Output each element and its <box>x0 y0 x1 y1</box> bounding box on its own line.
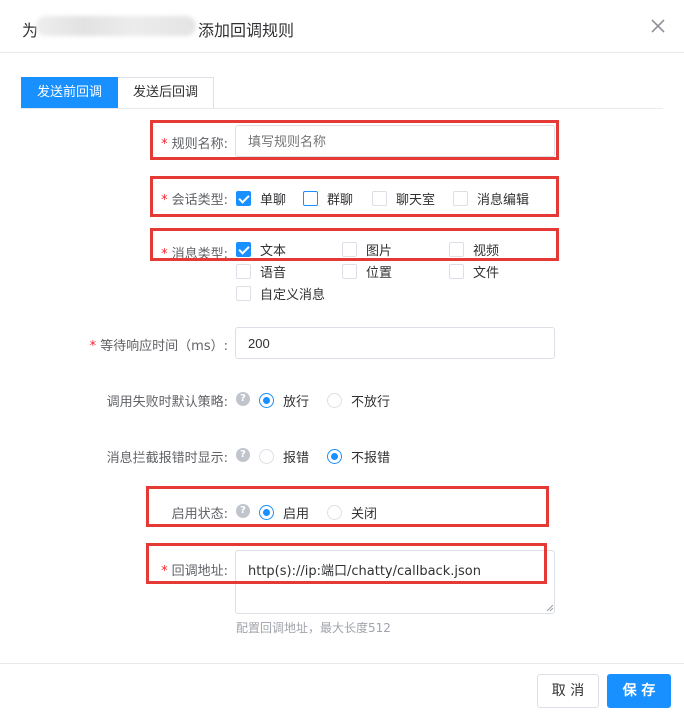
radio-block[interactable]: 不放行 <box>327 391 390 410</box>
callback-url-hint: 配置回调地址，最大长度512 <box>236 621 391 635</box>
checkbox-custom-message[interactable]: 自定义消息 <box>236 284 325 303</box>
redacted-app-name <box>36 16 196 36</box>
checkbox-single-chat[interactable]: 单聊 <box>236 189 286 208</box>
dialog-title: 添加回调规则 <box>198 21 295 40</box>
rule-name-input[interactable] <box>235 125 555 157</box>
save-button[interactable]: 保 存 <box>607 674 671 708</box>
dialog-header: 为 添加回调规则 <box>0 0 684 53</box>
callback-tabs: 发送前回调 发送后回调 <box>21 77 215 109</box>
cancel-button[interactable]: 取 消 <box>537 674 599 708</box>
tabs-divider <box>21 108 663 109</box>
checkbox-video[interactable]: 视频 <box>449 240 499 259</box>
message-type-label: * 消息类型: <box>161 247 228 262</box>
help-icon[interactable]: ? <box>236 392 250 406</box>
checkbox-chatroom[interactable]: 聊天室 <box>372 189 435 208</box>
help-icon[interactable]: ? <box>236 448 250 462</box>
checkbox-group-chat[interactable]: 群聊 <box>303 189 353 208</box>
radio-disabled[interactable]: 关闭 <box>327 503 377 522</box>
radio-enabled[interactable]: 启用 <box>259 503 309 522</box>
failure-policy-label: 调用失败时默认策略: <box>106 395 228 410</box>
help-icon[interactable]: ? <box>236 504 250 518</box>
checkbox-checked-icon <box>236 242 251 257</box>
checkbox-image[interactable]: 图片 <box>342 240 392 259</box>
close-icon[interactable] <box>648 16 668 36</box>
wait-timeout-label: * 等待响应时间（ms）: <box>89 339 228 354</box>
callback-url-textarea[interactable]: http(s)://ip:端口/chatty/callback.json <box>235 550 555 614</box>
checkbox-location[interactable]: 位置 <box>342 262 392 281</box>
rule-name-label: * 规则名称: <box>161 137 228 152</box>
callback-url-label: * 回调地址: <box>161 564 228 579</box>
checkbox-message-edit[interactable]: 消息编辑 <box>453 189 529 208</box>
wait-timeout-input[interactable] <box>235 327 555 359</box>
footer-divider <box>0 663 684 664</box>
checkbox-voice[interactable]: 语音 <box>236 262 286 281</box>
checkbox-file[interactable]: 文件 <box>449 262 499 281</box>
enable-status-label: 启用状态: <box>171 507 228 522</box>
radio-allow[interactable]: 放行 <box>259 391 309 410</box>
checkbox-text[interactable]: 文本 <box>236 240 286 259</box>
tab-post-send-callback[interactable]: 发送后回调 <box>118 77 215 109</box>
radio-report-error[interactable]: 报错 <box>259 447 309 466</box>
conversation-type-label: * 会话类型: <box>161 193 228 208</box>
radio-no-error[interactable]: 不报错 <box>327 447 390 466</box>
intercept-error-label: 消息拦截报错时显示: <box>106 451 228 466</box>
checkbox-checked-icon <box>236 191 251 206</box>
resize-handle-icon[interactable] <box>545 603 554 612</box>
tab-pre-send-callback[interactable]: 发送前回调 <box>21 77 119 109</box>
